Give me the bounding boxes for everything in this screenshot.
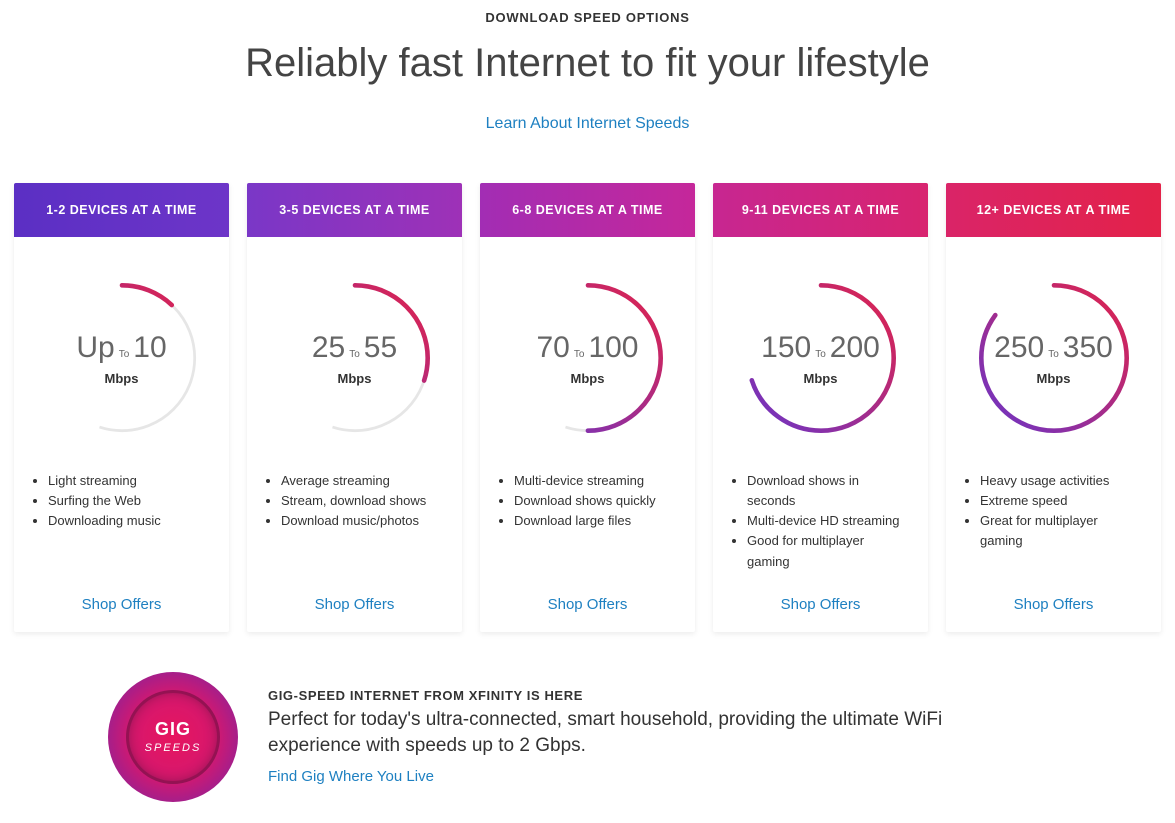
plan-feature: Download large files [514, 511, 679, 531]
shop-offers-link[interactable]: Shop Offers [548, 596, 628, 613]
plan-card: 1-2 DEVICES AT A TIME Up To10 Mbps Light str… [14, 183, 229, 632]
speed-to-label: To [119, 349, 130, 360]
find-gig-link[interactable]: Find Gig Where You Live [268, 768, 434, 785]
gig-body: Perfect for today's ultra-connected, sma… [268, 707, 988, 760]
plan-feature-list: Download shows in secondsMulti-device HD… [713, 471, 928, 572]
learn-link-row: Learn About Internet Speeds [0, 115, 1175, 133]
plan-devices-label: 1-2 DEVICES AT A TIME [14, 183, 229, 237]
gig-speeds-badge-icon: GIG SPEEDS [108, 672, 238, 802]
plan-card: 9-11 DEVICES AT A TIME 150 To 200 Mbps Downlo… [713, 183, 928, 632]
plan-feature: Good for multiplayer gaming [747, 531, 912, 571]
speed-unit: Mbps [804, 371, 838, 386]
plan-feature-list: Heavy usage activitiesExtreme speedGreat… [946, 471, 1161, 572]
shop-offers-link[interactable]: Shop Offers [315, 596, 395, 613]
plan-card-list: 1-2 DEVICES AT A TIMEUpTo10MbpsLight str… [0, 183, 1175, 632]
speed-gauge: 70 To100 Mbps [480, 237, 695, 457]
speed-low: 25 [312, 331, 345, 365]
shop-offers-link[interactable]: Shop Offers [82, 596, 162, 613]
plan-devices-label: 12+ DEVICES AT A TIME [946, 183, 1161, 237]
plan-card: 12+ DEVICES AT A TIME 250 To 350 Mbps Heavy u… [946, 183, 1161, 632]
gig-text-block: GIG-SPEED INTERNET FROM XFINITY IS HERE … [268, 688, 1065, 786]
speed-to-label: To [574, 349, 585, 360]
speed-gauge: Up To10 Mbps [14, 237, 229, 457]
plan-devices-label: 3-5 DEVICES AT A TIME [247, 183, 462, 237]
shop-offers-link[interactable]: Shop Offers [1014, 596, 1094, 613]
plan-feature-list: Light streamingSurfing the WebDownloadin… [14, 471, 229, 572]
speed-high: 55 [364, 331, 397, 365]
speed-unit: Mbps [105, 371, 139, 386]
plan-feature: Surfing the Web [48, 491, 213, 511]
shop-offers-link[interactable]: Shop Offers [781, 596, 861, 613]
plan-card: 3-5 DEVICES AT A TIME 25 To 55 Mbps Average s… [247, 183, 462, 632]
speed-high: 10 [133, 331, 166, 365]
plan-feature: Downloading music [48, 511, 213, 531]
speed-unit: Mbps [1037, 371, 1071, 386]
plan-feature: Download shows quickly [514, 491, 679, 511]
plan-feature: Download music/photos [281, 511, 446, 531]
speed-to-label: To [1048, 349, 1059, 360]
plan-devices-label: 9-11 DEVICES AT A TIME [713, 183, 928, 237]
plan-feature: Heavy usage activities [980, 471, 1145, 491]
plan-feature-list: Average streamingStream, download showsD… [247, 471, 462, 572]
plan-feature: Light streaming [48, 471, 213, 491]
speed-gauge: 250 To 350 Mbps [946, 237, 1161, 457]
plan-feature: Stream, download shows [281, 491, 446, 511]
plan-card: 6-8 DEVICES AT A TIME 70 To100 Mbps Multi-de… [480, 183, 695, 632]
plan-feature: Multi-device streaming [514, 471, 679, 491]
learn-internet-speeds-link[interactable]: Learn About Internet Speeds [486, 115, 690, 132]
speed-high: 200 [830, 331, 880, 365]
speed-low: 70 [537, 331, 570, 365]
speed-low: Up [76, 331, 114, 365]
section-headline: Reliably fast Internet to fit your lifes… [0, 39, 1175, 87]
plan-devices-label: 6-8 DEVICES AT A TIME [480, 183, 695, 237]
speed-to-label: To [815, 349, 826, 360]
plan-feature: Great for multiplayer gaming [980, 511, 1145, 551]
gig-eyebrow: GIG-SPEED INTERNET FROM XFINITY IS HERE [268, 688, 1065, 703]
section-eyebrow: DOWNLOAD SPEED OPTIONS [0, 0, 1175, 25]
speed-gauge: 25 To 55 Mbps [247, 237, 462, 457]
gig-badge-subtitle: SPEEDS [145, 742, 202, 754]
speed-high: 350 [1063, 331, 1113, 365]
plan-feature: Download shows in seconds [747, 471, 912, 511]
speed-unit: Mbps [571, 371, 605, 386]
speed-low: 250 [994, 331, 1044, 365]
speed-low: 150 [761, 331, 811, 365]
plan-feature: Extreme speed [980, 491, 1145, 511]
plan-feature: Average streaming [281, 471, 446, 491]
speed-unit: Mbps [338, 371, 372, 386]
speed-gauge: 150 To 200 Mbps [713, 237, 928, 457]
speed-high: 100 [588, 331, 638, 365]
gig-promo: GIG SPEEDS GIG-SPEED INTERNET FROM XFINI… [0, 632, 1175, 822]
gig-badge-title: GIG [155, 719, 191, 740]
plan-feature-list: Multi-device streamingDownload shows qui… [480, 471, 695, 572]
speed-to-label: To [349, 349, 360, 360]
plan-feature: Multi-device HD streaming [747, 511, 912, 531]
